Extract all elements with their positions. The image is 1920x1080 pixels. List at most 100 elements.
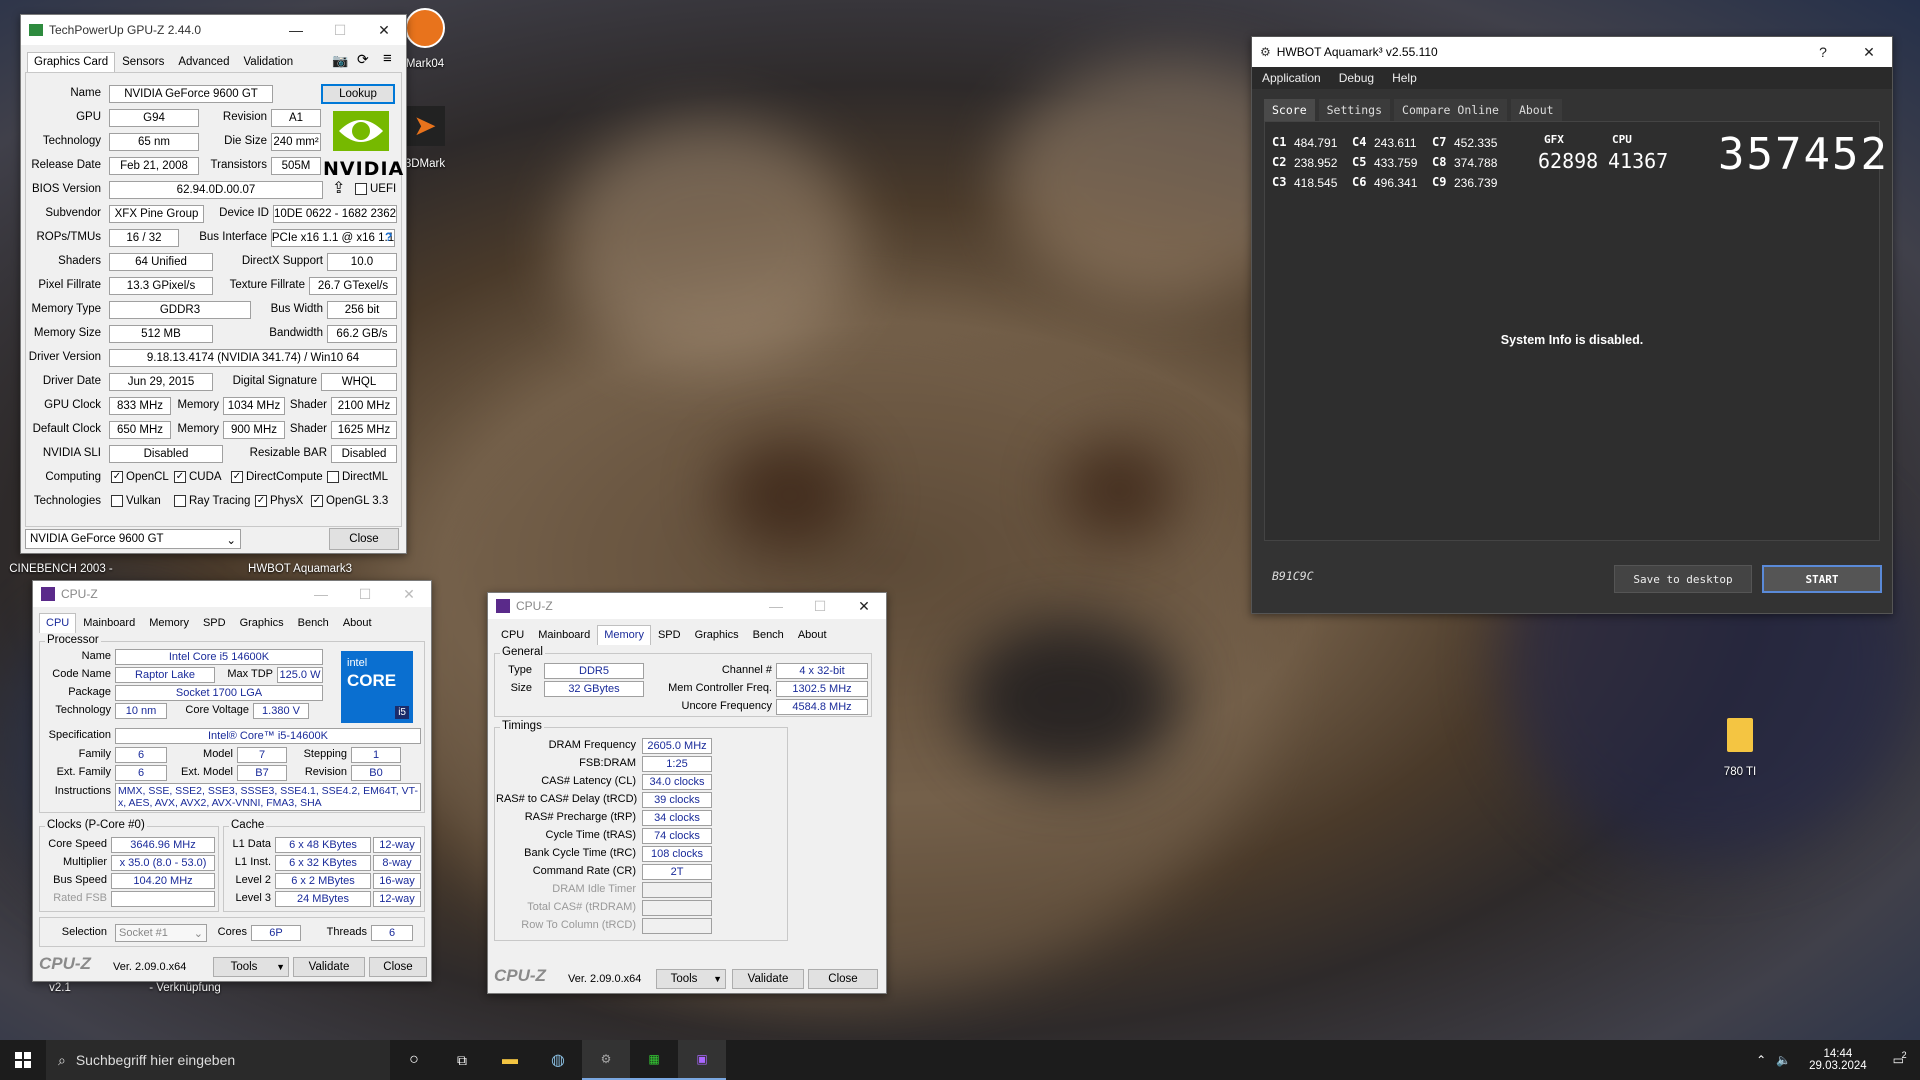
tab-spd[interactable]: SPD xyxy=(651,625,688,645)
tab-sensors[interactable]: Sensors xyxy=(115,52,171,72)
start-button[interactable]: START xyxy=(1762,565,1882,593)
tab-graphics-card[interactable]: Graphics Card xyxy=(27,52,116,72)
label-pixel-fillrate: Pixel Fillrate xyxy=(38,279,101,291)
menu-help[interactable]: Help xyxy=(1392,71,1417,85)
share-icon[interactable]: ⇪ xyxy=(332,178,345,198)
tab-settings[interactable]: Settings xyxy=(1318,99,1391,121)
tools-button[interactable]: Tools ▼ xyxy=(213,957,289,977)
label-revision: Revision xyxy=(304,766,347,778)
aquamark-titlebar[interactable]: ⚙ HWBOT Aquamark³ v2.55.110 ? ✕ xyxy=(1252,37,1892,67)
tab-mainboard[interactable]: Mainboard xyxy=(531,625,597,645)
directcompute-checkbox[interactable]: ✓ DirectCompute xyxy=(231,471,323,483)
opengl-checkbox[interactable]: ✓ OpenGL 3.3 xyxy=(311,495,388,507)
desktop-icon-label: 3DMark xyxy=(404,158,446,170)
minimize-button[interactable]: — xyxy=(299,581,343,607)
tab-spd[interactable]: SPD xyxy=(196,613,233,633)
menu-application[interactable]: Application xyxy=(1262,71,1321,85)
cortana-icon[interactable]: ○ xyxy=(390,1051,438,1069)
minimize-button[interactable]: — xyxy=(754,593,798,619)
tab-bench[interactable]: Bench xyxy=(291,613,336,633)
clock[interactable]: 14:44 29.03.2024 xyxy=(1809,1048,1867,1072)
gpuz-close-button[interactable]: Close xyxy=(329,528,399,550)
tab-memory[interactable]: Memory xyxy=(142,613,196,633)
tab-mainboard[interactable]: Mainboard xyxy=(76,613,142,633)
label-memory-type: Memory Type xyxy=(31,303,101,315)
camera-icon[interactable]: 📷 xyxy=(332,53,348,69)
validate-button[interactable]: Validate xyxy=(293,957,365,977)
notification-icon[interactable]: ▭ 2 xyxy=(1893,1050,1907,1067)
tab-about[interactable]: About xyxy=(336,613,379,633)
desktop-icon-cinebench[interactable]: CINEBENCH 2003 - xyxy=(6,563,116,575)
tab-memory[interactable]: Memory xyxy=(597,625,651,645)
timing-label: Row To Column (tRCD) xyxy=(521,919,636,931)
browser-icon[interactable]: ◍ xyxy=(534,1050,582,1070)
close-button[interactable]: ✕ xyxy=(362,15,406,45)
tab-advanced[interactable]: Advanced xyxy=(171,52,236,72)
validate-button[interactable]: Validate xyxy=(732,969,804,989)
opencl-checkbox[interactable]: ✓ OpenCL xyxy=(111,471,169,483)
cpuz-close-button[interactable]: Close xyxy=(808,969,878,989)
menu-debug[interactable]: Debug xyxy=(1339,71,1374,85)
search-box[interactable]: ⌕ Suchbegriff hier eingeben xyxy=(46,1040,390,1080)
physx-checkbox[interactable]: ✓ PhysX xyxy=(255,495,303,507)
clock-date: 29.03.2024 xyxy=(1809,1060,1867,1072)
label-cores: Cores xyxy=(217,926,247,938)
start-button[interactable] xyxy=(0,1040,46,1080)
cpuz-titlebar[interactable]: CPU-Z — ☐ ✕ xyxy=(33,581,431,607)
notification-count: 2 xyxy=(1901,1050,1907,1060)
close-button[interactable]: ✕ xyxy=(387,581,431,607)
tab-cpu[interactable]: CPU xyxy=(494,625,531,645)
tab-score[interactable]: Score xyxy=(1264,99,1315,121)
cpuz-close-button[interactable]: Close xyxy=(369,957,427,977)
close-button[interactable]: ✕ xyxy=(842,593,886,619)
desktop-icon-780ti[interactable]: 780 TI xyxy=(1715,718,1765,778)
vulkan-checkbox[interactable]: Vulkan xyxy=(111,495,161,507)
tab-compare-online[interactable]: Compare Online xyxy=(1394,99,1507,121)
help-icon[interactable]: ? xyxy=(385,230,392,244)
tab-about[interactable]: About xyxy=(1510,99,1562,121)
tab-validation[interactable]: Validation xyxy=(236,52,300,72)
desktop-icon-3dmark[interactable]: ➤ 3DMark xyxy=(400,106,450,176)
tab-about[interactable]: About xyxy=(791,625,834,645)
tab-cpu[interactable]: CPU xyxy=(39,613,77,633)
uefi-checkbox[interactable]: UEFI xyxy=(355,183,396,195)
tools-button[interactable]: Tools ▼ xyxy=(656,969,726,989)
cpuz-memory-window: CPU-Z — ☐ ✕ CPU Mainboard Memory SPD Gra… xyxy=(487,592,887,994)
label-driver-date: Driver Date xyxy=(42,375,101,387)
save-to-desktop-button[interactable]: Save to desktop xyxy=(1614,565,1752,593)
desktop-icon-3dmark04[interactable]: Mark04 xyxy=(400,8,450,70)
lookup-button[interactable]: Lookup xyxy=(321,84,395,104)
raytracing-checkbox[interactable]: Ray Tracing xyxy=(174,495,250,507)
file-explorer-icon[interactable]: ▬ xyxy=(486,1051,534,1069)
gpuz-titlebar[interactable]: TechPowerUp GPU-Z 2.44.0 — ☐ ✕ xyxy=(21,15,406,45)
desktop-icon-v21[interactable]: v2.1 xyxy=(40,982,80,994)
cpuz-task-icon[interactable]: ▣ xyxy=(678,1040,726,1080)
refresh-icon[interactable]: ⟳ xyxy=(357,51,369,68)
close-button[interactable]: ✕ xyxy=(1846,37,1892,67)
gpu-select[interactable]: NVIDIA GeForce 9600 GT ⌄ xyxy=(25,529,241,549)
desktop-icon-shortcut[interactable]: - Verknüpfung xyxy=(140,982,230,994)
label-default-clock: Default Clock xyxy=(32,423,101,435)
tab-bench[interactable]: Bench xyxy=(746,625,791,645)
minimize-button[interactable]: — xyxy=(274,15,318,45)
uefi-label: UEFI xyxy=(370,183,397,195)
timing-value xyxy=(642,900,712,916)
aquamark-task-icon[interactable]: ⚙ xyxy=(582,1040,630,1080)
task-view-icon[interactable]: ⧉ xyxy=(438,1052,486,1069)
menu-icon[interactable]: ≡ xyxy=(383,50,392,67)
gpuz-task-icon[interactable]: ▦ xyxy=(630,1040,678,1080)
label-code-name: Code Name xyxy=(52,668,111,680)
label-specification: Specification xyxy=(48,729,111,741)
volume-icon[interactable]: 🔈 xyxy=(1776,1053,1791,1067)
help-button[interactable]: ? xyxy=(1800,37,1846,67)
socket-select[interactable]: Socket #1 ⌄ xyxy=(115,924,207,942)
desktop-icon-label: 780 TI xyxy=(1723,766,1757,778)
cuda-checkbox[interactable]: ✓ CUDA xyxy=(174,471,222,483)
tab-graphics[interactable]: Graphics xyxy=(688,625,746,645)
label-bus-width: Bus Width xyxy=(270,303,323,315)
chevron-up-icon[interactable]: ⌃ xyxy=(1756,1053,1766,1067)
tab-graphics[interactable]: Graphics xyxy=(233,613,291,633)
directml-checkbox[interactable]: DirectML xyxy=(327,471,388,483)
desktop-icon-aquamark[interactable]: HWBOT Aquamark3 xyxy=(240,563,360,575)
cpuz-titlebar[interactable]: CPU-Z — ☐ ✕ xyxy=(488,593,886,619)
